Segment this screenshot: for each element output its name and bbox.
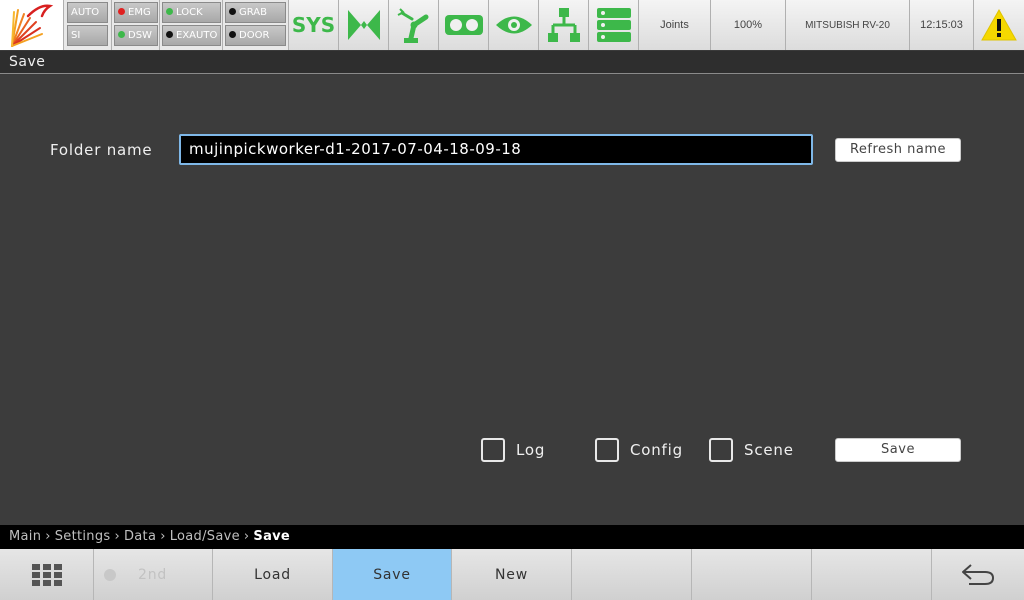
breadcrumb-separator: › — [160, 529, 166, 544]
server-button[interactable] — [589, 0, 639, 50]
breadcrumb-separator: › — [45, 529, 51, 544]
grid-menu-icon — [31, 563, 62, 586]
mujin-button[interactable] — [339, 0, 389, 50]
network-button[interactable] — [539, 0, 589, 50]
black-dot-icon — [166, 31, 173, 38]
status-dsw: DSW — [114, 25, 158, 46]
black-dot-icon — [229, 31, 236, 38]
warning-button[interactable] — [974, 0, 1024, 50]
refresh-name-button[interactable]: Refresh name — [835, 138, 961, 162]
main-panel: Folder name mujinpickworker-d1-2017-07-0… — [0, 75, 1024, 525]
breadcrumb-main[interactable]: Main — [9, 529, 41, 544]
clock: 12:15:03 — [910, 0, 974, 50]
indicator-dot-icon — [104, 568, 116, 581]
checkbox-box[interactable] — [709, 438, 733, 462]
save-tab[interactable]: Save — [333, 549, 452, 600]
breadcrumb-current: Save — [253, 529, 291, 544]
breadcrumb-settings[interactable]: Settings — [55, 529, 111, 544]
camera-button[interactable] — [439, 0, 489, 50]
folder-name-label: Folder name — [50, 141, 153, 159]
status-group-lock: LOCK EXAUTO — [160, 0, 223, 50]
second-function-button[interactable]: 2nd — [94, 549, 213, 600]
new-tab[interactable]: New — [452, 549, 572, 600]
speed-label: 100% — [733, 19, 763, 31]
robot-name: MITSUBISH RV-20 — [805, 19, 890, 31]
scene-checkbox-label: Scene — [744, 441, 794, 459]
save-button[interactable]: Save — [835, 438, 961, 462]
phoenix-logo-icon — [11, 4, 54, 47]
new-tab-label: New — [495, 566, 528, 583]
view-button[interactable] — [489, 0, 539, 50]
checkbox-box[interactable] — [595, 438, 619, 462]
server-stack-icon — [596, 8, 631, 42]
clock-label: 12:15:03 — [920, 19, 963, 31]
log-checkbox[interactable]: Log — [481, 438, 545, 462]
log-checkbox-label: Log — [516, 441, 546, 459]
load-tab[interactable]: Load — [213, 549, 333, 600]
folder-name-input[interactable]: mujinpickworker-d1-2017-07-04-18-09-18 — [179, 134, 813, 165]
empty-slot-3[interactable] — [812, 549, 932, 600]
load-tab-label: Load — [254, 566, 291, 583]
mujin-logo-icon — [347, 10, 380, 40]
warning-icon — [981, 8, 1017, 41]
config-checkbox-label: Config — [630, 441, 683, 459]
stereo-camera-icon — [444, 15, 483, 35]
logo — [0, 0, 64, 50]
empty-slot-2[interactable] — [692, 549, 812, 600]
breadcrumb-separator: › — [114, 529, 120, 544]
status-auto: AUTO — [67, 2, 108, 23]
sys-label: SYS — [291, 13, 336, 37]
status-lock: LOCK — [162, 2, 221, 23]
status-exauto: EXAUTO — [162, 25, 221, 46]
breadcrumb-load-save[interactable]: Load/Save — [170, 529, 240, 544]
top-toolbar: AUTO SI EMG DSW LOCK EXAUTO GRAB DOOR SY… — [0, 0, 1024, 50]
save-tab-label: Save — [373, 566, 411, 583]
black-dot-icon — [229, 8, 236, 15]
green-dot-icon — [118, 31, 125, 38]
menu-grid-button[interactable] — [0, 549, 94, 600]
page-title-text: Save — [9, 54, 46, 70]
breadcrumb-separator: › — [243, 529, 250, 544]
green-dot-icon — [166, 8, 173, 15]
mode-button[interactable]: Joints — [639, 0, 711, 50]
sys-button[interactable]: SYS — [289, 0, 339, 50]
robot-arm-icon — [397, 8, 428, 43]
eye-icon — [495, 16, 532, 34]
scene-checkbox[interactable]: Scene — [709, 438, 794, 462]
status-group-auto: AUTO SI — [64, 0, 112, 50]
mode-label: Joints — [660, 19, 689, 31]
speed-button[interactable]: 100% — [711, 0, 786, 50]
back-arrow-icon — [962, 563, 995, 585]
status-group-emg: EMG DSW — [112, 0, 160, 50]
network-tree-icon — [547, 8, 580, 42]
config-checkbox[interactable]: Config — [595, 438, 683, 462]
status-emg: EMG — [114, 2, 158, 23]
second-function-label: 2nd — [138, 566, 168, 583]
page-title: Save — [0, 51, 1024, 74]
status-group-grab: GRAB DOOR — [223, 0, 289, 50]
robot-selector[interactable]: MITSUBISH RV-20 — [786, 0, 910, 50]
red-dot-icon — [118, 8, 125, 15]
status-door: DOOR — [225, 25, 286, 46]
breadcrumb: Main › Settings › Data › Load/Save › Save — [0, 525, 1024, 549]
back-button[interactable] — [932, 549, 1024, 600]
breadcrumb-data[interactable]: Data — [124, 529, 156, 544]
status-si: SI — [67, 25, 108, 46]
checkbox-box[interactable] — [481, 438, 505, 462]
empty-slot-1[interactable] — [572, 549, 692, 600]
bottom-toolbar: 2nd Load Save New — [0, 549, 1024, 600]
robot-button[interactable] — [389, 0, 439, 50]
status-grab: GRAB — [225, 2, 286, 23]
